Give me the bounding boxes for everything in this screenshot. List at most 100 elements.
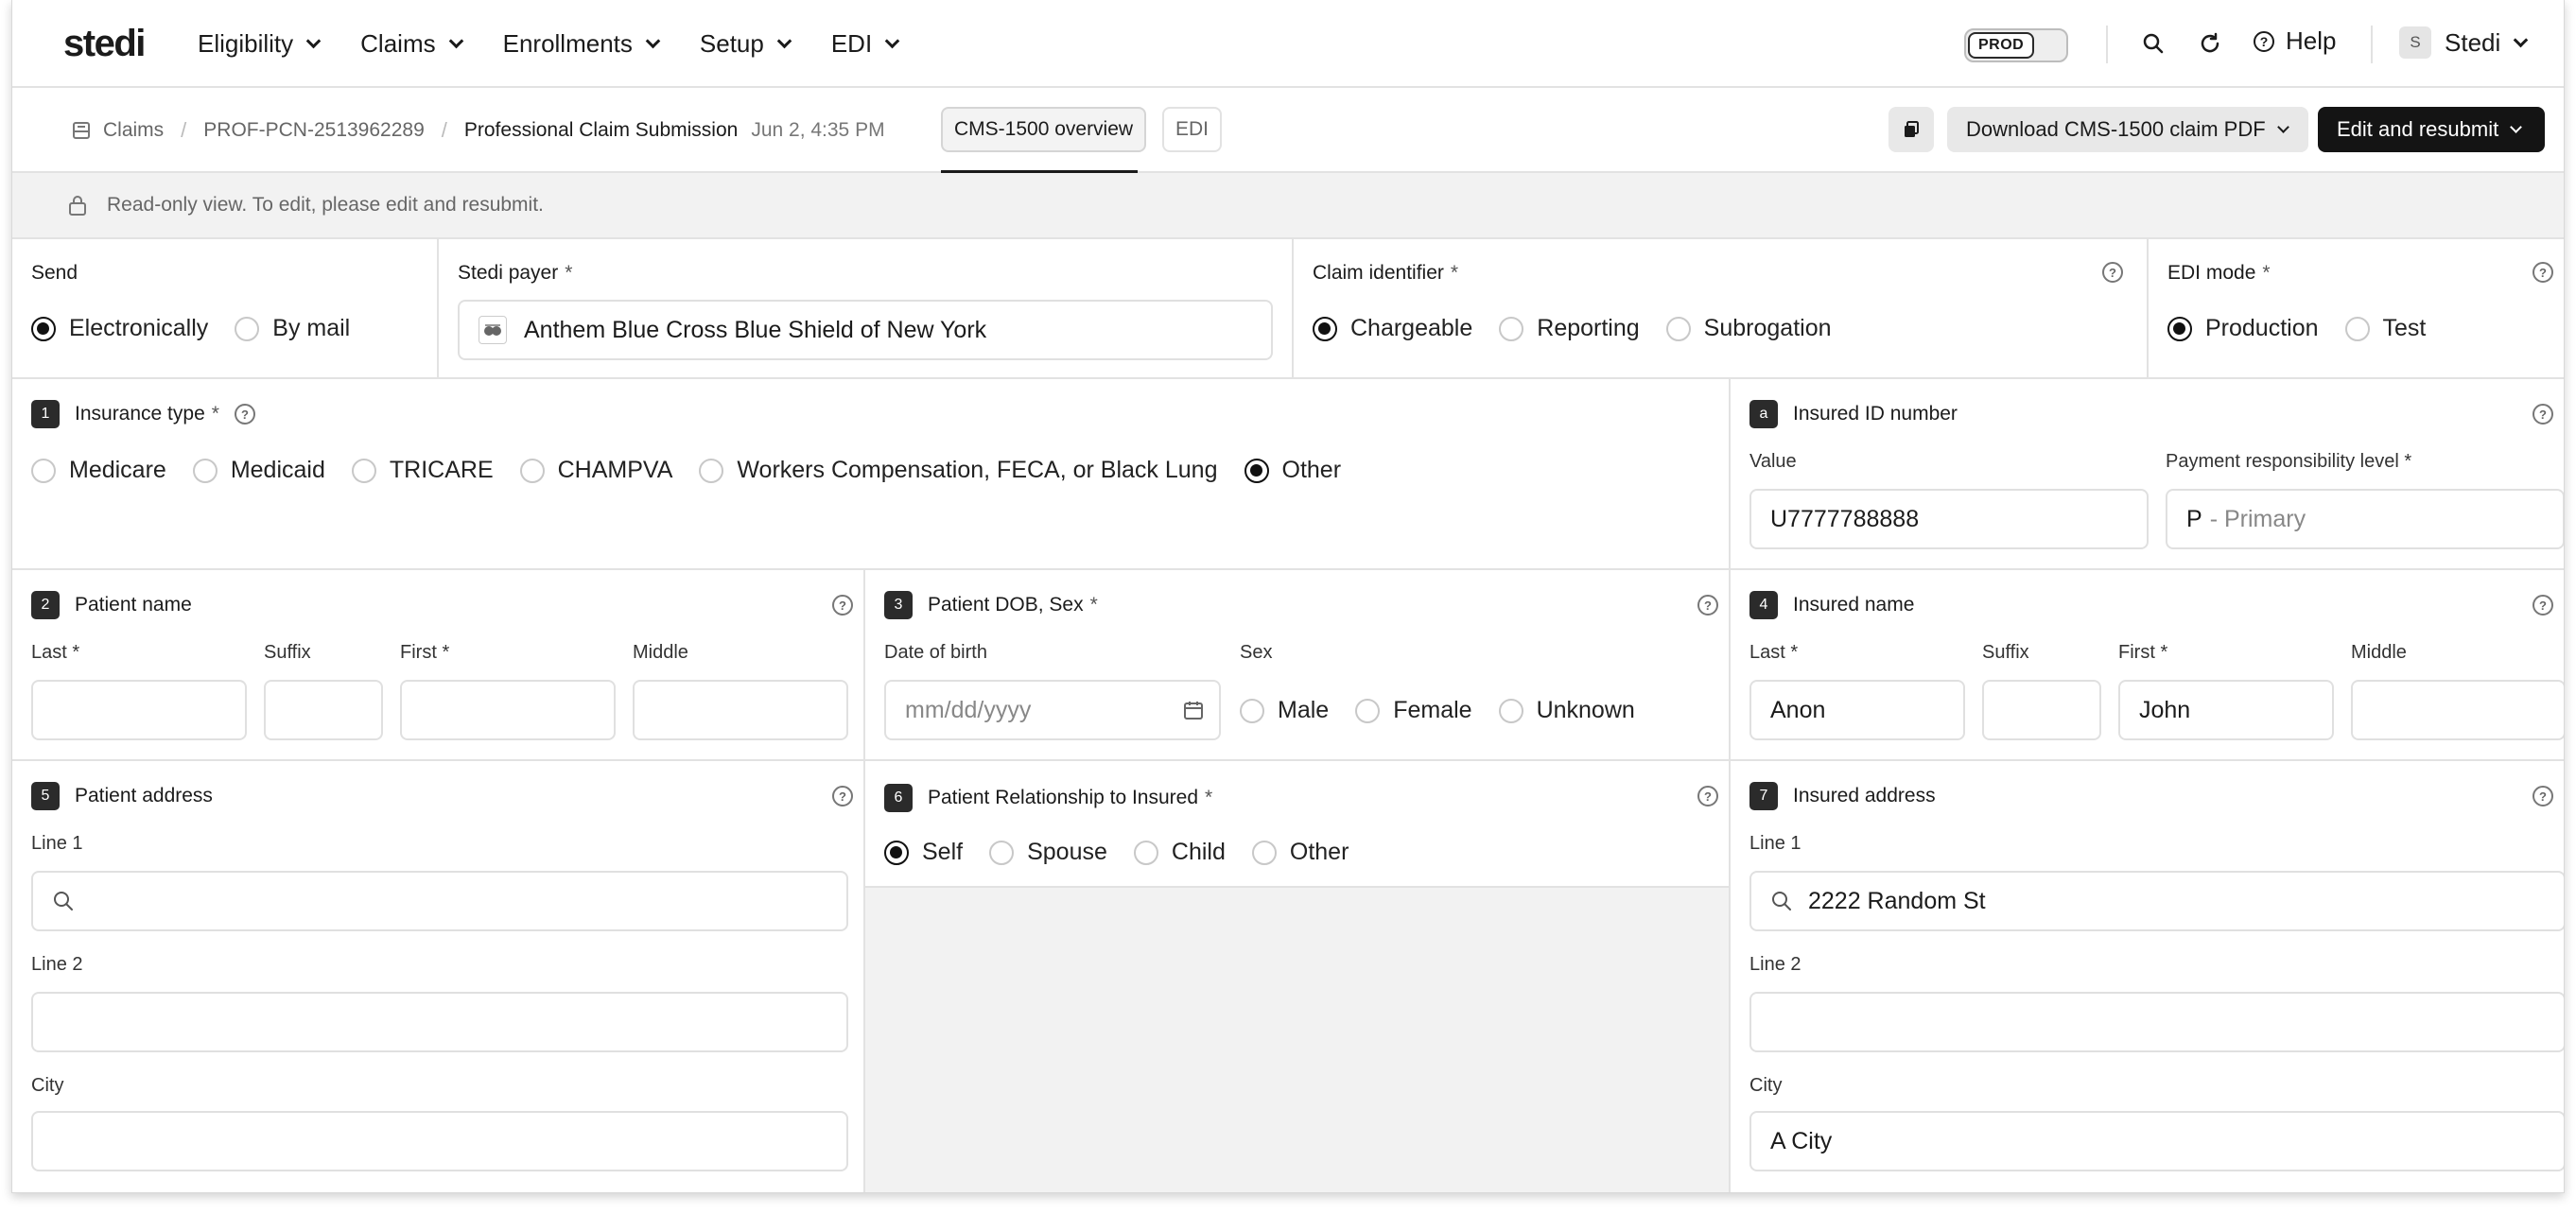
refresh-button[interactable] bbox=[2193, 26, 2227, 61]
search-button[interactable] bbox=[2136, 26, 2170, 61]
patient-line2-input[interactable] bbox=[31, 992, 848, 1052]
nav-claims-label: Claims bbox=[360, 29, 436, 58]
relationship-other-radio[interactable]: Other bbox=[1251, 839, 1349, 866]
required-marker: * bbox=[2404, 451, 2412, 472]
radio-label: By mail bbox=[272, 315, 351, 341]
edi-production-radio[interactable]: Production bbox=[2167, 315, 2319, 342]
relationship-spouse-radio[interactable]: Spouse bbox=[989, 839, 1107, 866]
insurance-champva-radio[interactable]: CHAMPVA bbox=[519, 457, 672, 484]
patient-middle-input[interactable] bbox=[633, 680, 848, 740]
patient-suffix-input[interactable] bbox=[264, 680, 383, 740]
insurance-tricare-radio[interactable]: TRICARE bbox=[351, 457, 494, 484]
patient-city-input[interactable] bbox=[31, 1111, 848, 1171]
breadcrumb-claim-id[interactable]: PROF-PCN-2513962289 bbox=[203, 119, 424, 142]
insured-first-input[interactable]: John bbox=[2118, 680, 2334, 740]
radio-icon bbox=[1240, 698, 1264, 723]
environment-toggle[interactable]: PROD bbox=[1964, 28, 2068, 62]
field-label: First bbox=[2118, 642, 2155, 663]
nav-edi[interactable]: EDI bbox=[831, 29, 900, 59]
insured-middle-input[interactable] bbox=[2351, 680, 2564, 740]
radio-label: Self bbox=[922, 839, 964, 865]
insurance-medicaid-radio[interactable]: Medicaid bbox=[192, 457, 325, 484]
help-button[interactable]: ? Help bbox=[2254, 26, 2336, 56]
edi-mode-section: EDI mode * ? Production Test bbox=[2149, 239, 2564, 379]
help-circle-icon[interactable]: ? bbox=[2532, 404, 2553, 425]
search-icon bbox=[2143, 33, 2164, 54]
radio-label: Medicaid bbox=[230, 457, 325, 483]
insurance-other-radio[interactable]: Other bbox=[1244, 457, 1341, 484]
radio-label: Reporting bbox=[1537, 315, 1640, 341]
radio-label: Medicare bbox=[69, 457, 166, 483]
help-circle-icon[interactable]: ? bbox=[1697, 595, 1718, 616]
help-circle-icon[interactable]: ? bbox=[2532, 595, 2553, 616]
patient-name-section: 2 Patient name ? Last * Suffix First * Mi… bbox=[12, 570, 865, 761]
help-circle-icon[interactable]: ? bbox=[2532, 262, 2553, 283]
help-circle-icon[interactable]: ? bbox=[1697, 786, 1718, 806]
edi-mode-radio-group: Production Test bbox=[2167, 315, 2452, 342]
payer-label-text: Stedi payer bbox=[458, 262, 559, 284]
insured-id-value: U7777788888 bbox=[1770, 505, 1920, 532]
copy-button[interactable] bbox=[1888, 107, 1934, 152]
nav-claims[interactable]: Claims bbox=[360, 29, 463, 59]
tab-edi[interactable]: EDI bbox=[1162, 107, 1223, 152]
send-electronically-radio[interactable]: Electronically bbox=[31, 315, 208, 342]
stedi-logo[interactable]: stedi bbox=[63, 23, 146, 65]
tab-cms1500-overview[interactable]: CMS-1500 overview bbox=[941, 107, 1147, 152]
relationship-child-radio[interactable]: Child bbox=[1133, 839, 1226, 866]
radio-selected-icon bbox=[1244, 458, 1269, 483]
patient-address-label: 5 Patient address bbox=[31, 782, 213, 810]
insured-name-label: 4 Insured name bbox=[1749, 591, 1914, 619]
sex-label: Sex bbox=[1240, 642, 1273, 663]
patient-line1-label: Line 1 bbox=[31, 833, 83, 854]
insured-address-section: 7 Insured address ? Line 1 2222 Random St… bbox=[1731, 761, 2564, 1192]
payment-responsibility-label-text: Payment responsibility level bbox=[2166, 451, 2399, 472]
sex-unknown-radio[interactable]: Unknown bbox=[1498, 697, 1635, 724]
section-number-badge: 7 bbox=[1749, 782, 1778, 810]
insurance-workers-comp-radio[interactable]: Workers Compensation, FECA, or Black Lun… bbox=[699, 457, 1218, 484]
user-menu[interactable]: S Stedi bbox=[2399, 26, 2529, 59]
payment-responsibility-select[interactable]: P - Primary bbox=[2166, 489, 2564, 549]
insured-id-label-text: Insured ID number bbox=[1793, 403, 1958, 425]
radio-selected-icon bbox=[31, 316, 56, 341]
radio-label: Child bbox=[1171, 839, 1226, 865]
dob-input[interactable]: mm/dd/yyyy bbox=[884, 680, 1221, 740]
nav-eligibility[interactable]: Eligibility bbox=[198, 29, 322, 59]
breadcrumb-claims[interactable]: Claims bbox=[103, 119, 164, 142]
radio-label: Production bbox=[2205, 315, 2319, 341]
insured-line1-input[interactable]: 2222 Random St bbox=[1749, 871, 2564, 931]
help-circle-icon[interactable]: ? bbox=[234, 404, 255, 425]
sex-male-radio[interactable]: Male bbox=[1240, 697, 1329, 724]
relationship-self-radio[interactable]: Self bbox=[884, 839, 963, 866]
insured-suffix-input[interactable] bbox=[1982, 680, 2101, 740]
payer-input[interactable]: Anthem Blue Cross Blue Shield of New Yor… bbox=[458, 300, 1273, 360]
edit-and-resubmit-button[interactable]: Edit and resubmit bbox=[2318, 107, 2545, 152]
insured-line2-input[interactable] bbox=[1749, 992, 2564, 1052]
patient-first-input[interactable] bbox=[400, 680, 616, 740]
nav-setup[interactable]: Setup bbox=[700, 29, 792, 59]
nav-enrollments[interactable]: Enrollments bbox=[503, 29, 661, 59]
claim-chargeable-radio[interactable]: Chargeable bbox=[1313, 315, 1472, 342]
insurance-medicare-radio[interactable]: Medicare bbox=[31, 457, 166, 484]
edi-test-radio[interactable]: Test bbox=[2344, 315, 2426, 342]
help-circle-icon[interactable]: ? bbox=[832, 595, 853, 616]
help-circle-icon[interactable]: ? bbox=[2102, 262, 2123, 283]
relationship-label-text: Patient Relationship to Insured bbox=[928, 787, 1199, 808]
calendar-icon[interactable] bbox=[1183, 700, 1204, 720]
patient-middle-label: Middle bbox=[633, 642, 688, 663]
patient-line1-input[interactable] bbox=[31, 871, 848, 931]
insured-city-input[interactable]: A City bbox=[1749, 1111, 2564, 1171]
claim-identifier-section: Claim identifier * ? Chargeable Reporting… bbox=[1294, 239, 2149, 379]
insured-id-input[interactable]: U7777788888 bbox=[1749, 489, 2149, 549]
insured-last-input[interactable]: Anon bbox=[1749, 680, 1965, 740]
required-marker: * bbox=[1450, 262, 1459, 284]
field-label: Last bbox=[31, 642, 67, 663]
sex-female-radio[interactable]: Female bbox=[1355, 697, 1472, 724]
send-by-mail-radio[interactable]: By mail bbox=[235, 315, 350, 342]
help-circle-icon[interactable]: ? bbox=[832, 786, 853, 806]
download-pdf-button[interactable]: Download CMS-1500 claim PDF bbox=[1947, 107, 2308, 152]
help-circle-icon[interactable]: ? bbox=[2532, 786, 2553, 806]
insured-name-label-text: Insured name bbox=[1793, 594, 1915, 616]
patient-last-input[interactable] bbox=[31, 680, 247, 740]
claim-reporting-radio[interactable]: Reporting bbox=[1499, 315, 1640, 342]
claim-subrogation-radio[interactable]: Subrogation bbox=[1665, 315, 1832, 342]
